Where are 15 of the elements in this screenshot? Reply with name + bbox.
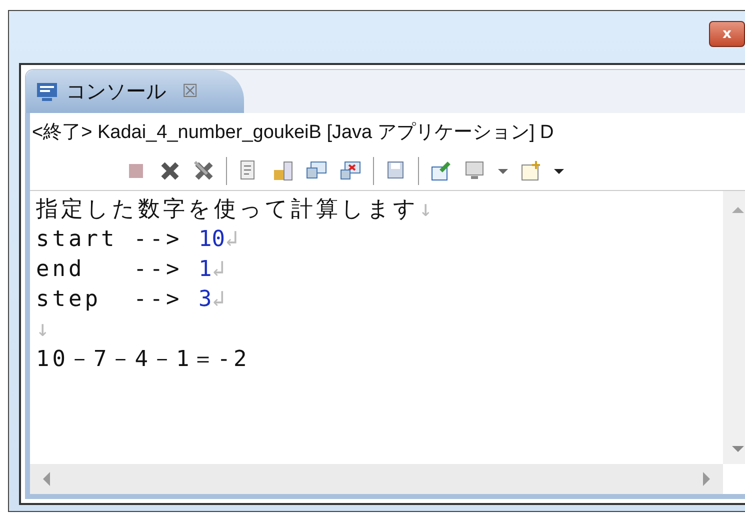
tab-close-button[interactable]: ☒: [182, 81, 198, 102]
remove-all-icon[interactable]: [192, 158, 216, 182]
close-button[interactable]: x: [709, 21, 745, 47]
vertical-scrollbar[interactable]: [723, 191, 745, 464]
monitor-icon: [36, 82, 58, 102]
scroll-left-arrow-icon[interactable]: [42, 472, 50, 486]
scroll-right-arrow-icon[interactable]: [703, 472, 711, 486]
horizontal-scrollbar[interactable]: [30, 464, 723, 494]
new-window-icon[interactable]: [519, 158, 543, 182]
console-tab[interactable]: コンソール ☒: [26, 70, 244, 113]
scroll-down-arrow-icon[interactable]: [732, 446, 744, 454]
tab-label: コンソール: [66, 78, 166, 105]
process-status: <終了> Kadai_4_number_goukeiB [Java アプリケーション] D: [31, 121, 555, 145]
scroll-up-arrow-icon[interactable]: [732, 205, 744, 213]
console-output: 指定した数字を使って計算します↓ start --> 10↲ end --> 1↲ step --> 3↲ ↓ 10－7－4－1＝-2: [35, 196, 434, 374]
